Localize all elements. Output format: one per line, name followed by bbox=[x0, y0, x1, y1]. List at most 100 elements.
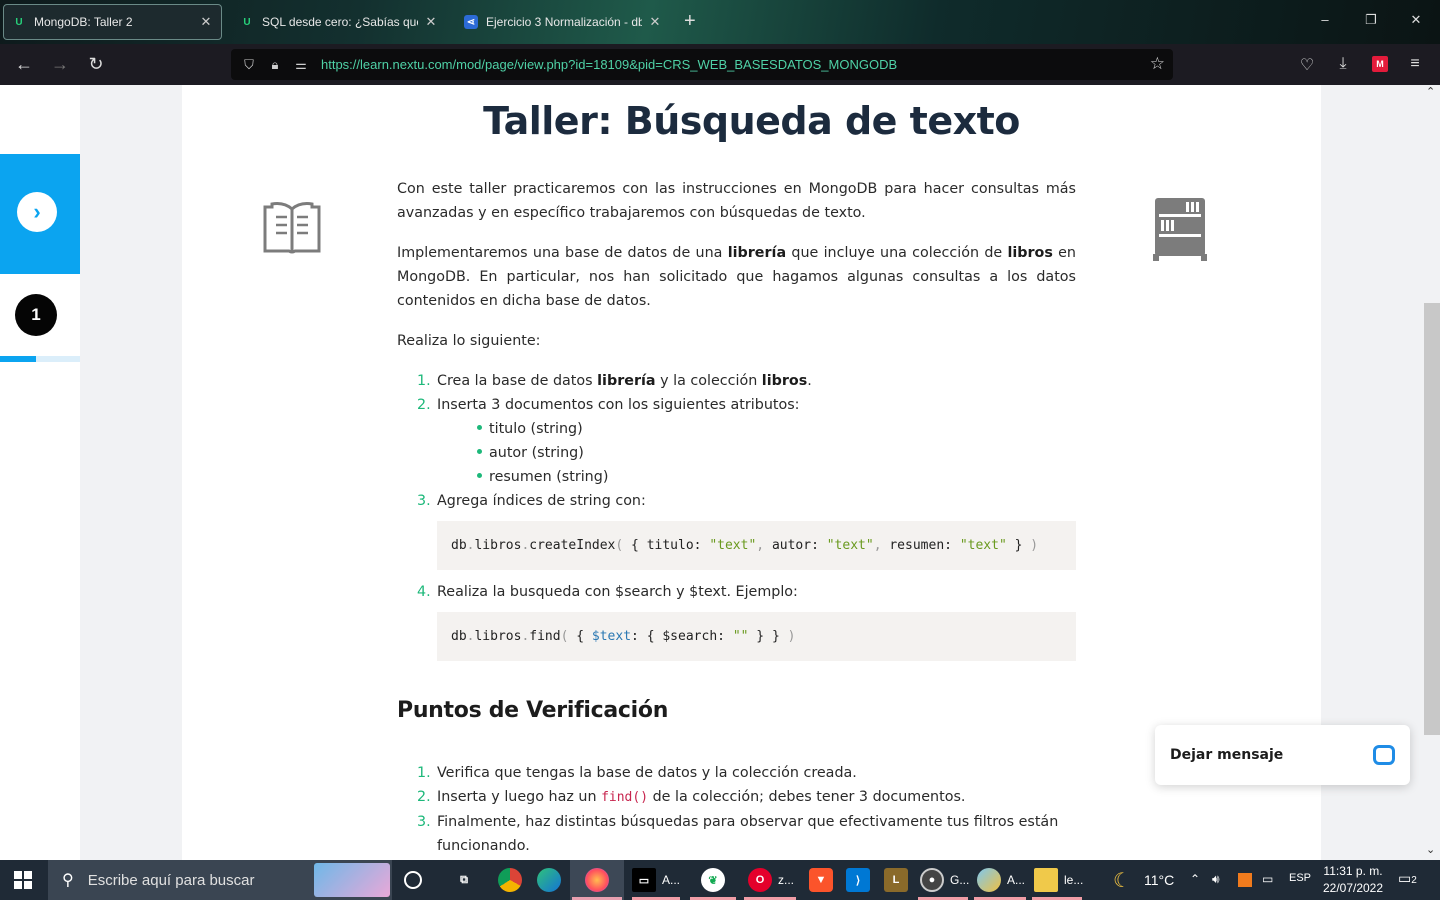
attributes-list: titulo (string) autor (string) resumen (… bbox=[437, 417, 1076, 489]
page-scrollbar[interactable]: ⌃ ⌄ bbox=[1422, 85, 1440, 860]
list-item: autor (string) bbox=[477, 441, 1076, 465]
code-block-create-index[interactable]: db. libros. createIndex( { titulo: "text",… bbox=[437, 521, 1076, 570]
nextu-favicon-icon: U bbox=[15, 16, 23, 28]
task-view-icon[interactable]: ⧉ bbox=[452, 868, 476, 892]
bullet-icon bbox=[477, 425, 482, 430]
windows-taskbar: ⚲ Escribe aquí para buscar ⧉ ▭ A... ❦ Oz.… bbox=[0, 860, 1440, 900]
tray-app-icon[interactable] bbox=[1238, 873, 1252, 887]
taskbar-app-explorer[interactable]: le... bbox=[1034, 868, 1083, 892]
edge-icon[interactable] bbox=[537, 868, 561, 892]
instruction-text: Realiza lo siguiente: bbox=[397, 333, 541, 349]
firefox-icon[interactable] bbox=[585, 868, 609, 892]
tab-title: MongoDB: Taller 2 bbox=[34, 15, 133, 29]
notification-count: 2 bbox=[1411, 875, 1417, 886]
scrollbar-thumb[interactable] bbox=[1424, 303, 1440, 735]
code-block-find[interactable]: db. libros. find( { $text: { $search: "" }… bbox=[437, 612, 1076, 661]
windows-start-icon[interactable] bbox=[14, 871, 32, 889]
tab-title: Ejercicio 3 Normalización - dbd bbox=[486, 15, 642, 29]
taskbar-app-mongodb[interactable]: ❦ bbox=[701, 868, 725, 892]
taskbar-app-paint[interactable]: A... bbox=[977, 868, 1025, 892]
clock-date: 22/07/2022 bbox=[1322, 881, 1384, 895]
maximize-button[interactable]: ❐ bbox=[1361, 12, 1381, 28]
taskbar-app-opera[interactable]: Oz... bbox=[748, 868, 794, 892]
steps-list-continued: 4. Realiza la busqueda con $search y $tex… bbox=[397, 580, 1076, 604]
url-text[interactable]: https://learn.nextu.com/mod/page/view.ph… bbox=[321, 57, 897, 72]
list-item: 2. Inserta 3 documentos con los siguiente… bbox=[397, 393, 1076, 489]
scroll-up-icon[interactable]: ⌃ bbox=[1426, 85, 1435, 98]
nextu-favicon-icon: U bbox=[243, 16, 251, 28]
back-icon[interactable]: ← bbox=[12, 54, 36, 75]
step-progress-fill bbox=[0, 356, 36, 362]
notifications-icon[interactable]: ▭2 bbox=[1398, 870, 1417, 887]
chevron-right-icon[interactable]: › bbox=[17, 192, 57, 232]
tab-mongodb-taller[interactable]: U MongoDB: Taller 2 ✕ bbox=[3, 4, 222, 40]
weather-temp[interactable]: 11°C bbox=[1144, 872, 1174, 888]
search-highlight-image bbox=[314, 863, 390, 897]
page-title: Taller: Búsqueda de texto bbox=[483, 99, 1020, 143]
list-item: titulo (string) bbox=[477, 417, 1076, 441]
minimize-button[interactable]: – bbox=[1315, 12, 1335, 27]
search-icon: ⚲ bbox=[62, 872, 74, 889]
inline-code: find() bbox=[601, 790, 649, 805]
reload-icon[interactable]: ↻ bbox=[84, 54, 108, 75]
context-paragraph: Implementaremos una base de datos de una… bbox=[397, 245, 1076, 309]
taskbar-search[interactable]: ⚲ Escribe aquí para buscar bbox=[48, 860, 392, 900]
bullet-icon bbox=[477, 449, 482, 454]
intro-paragraph: Con este taller practicaremos con las in… bbox=[397, 181, 1076, 221]
course-sidebar: › 1 bbox=[0, 85, 80, 860]
step-number[interactable]: 1 bbox=[15, 294, 57, 336]
book-icon bbox=[263, 202, 321, 254]
new-tab-button[interactable]: + bbox=[684, 10, 696, 33]
close-tab-icon[interactable]: ✕ bbox=[424, 14, 438, 30]
forward-icon[interactable]: → bbox=[48, 54, 72, 75]
step-progress-bar bbox=[0, 356, 80, 362]
lock-icon[interactable]: 🔒︎ bbox=[267, 57, 283, 73]
list-item: 1. Crea la base de datos librería y la co… bbox=[417, 373, 812, 389]
close-window-button[interactable]: ✕ bbox=[1406, 12, 1426, 28]
clock[interactable]: 11:31 p. m. 22/07/2022 bbox=[1318, 863, 1388, 897]
league-icon[interactable]: L bbox=[884, 868, 908, 892]
chat-bubble-icon[interactable] bbox=[1373, 745, 1395, 765]
volume-icon[interactable]: 🔊︎ bbox=[1212, 872, 1220, 887]
list-item: resumen (string) bbox=[477, 465, 1076, 489]
tab-bar: U MongoDB: Taller 2 ✕ U SQL desde cero: … bbox=[0, 0, 1440, 44]
network-icon[interactable]: ▭ bbox=[1262, 872, 1273, 886]
sidebar-toggle[interactable]: › bbox=[0, 154, 80, 274]
screen: U MongoDB: Taller 2 ✕ U SQL desde cero: … bbox=[0, 0, 1440, 900]
tab-ejercicio-normalizacion[interactable]: ⋖ Ejercicio 3 Normalización - dbd ✕ bbox=[456, 4, 670, 40]
tray-overflow-icon[interactable]: ⌃ bbox=[1190, 872, 1200, 886]
tab-sql-desde-cero[interactable]: U SQL desde cero: ¿Sabías qué? ✕ bbox=[232, 4, 446, 40]
vscode-icon[interactable]: ⟩ bbox=[846, 868, 870, 892]
menu-icon[interactable]: ≡ bbox=[1404, 55, 1426, 73]
address-bar[interactable]: ⛉ 🔒︎ ⚌ https://learn.nextu.com/mod/page/… bbox=[231, 49, 1173, 80]
bookshelf-icon bbox=[1153, 198, 1207, 261]
downloads-icon[interactable]: ⤓ bbox=[1332, 55, 1354, 73]
step-indicator[interactable]: 1 bbox=[0, 274, 80, 362]
list-item: 2. Inserta y luego haz un find() de la co… bbox=[417, 789, 966, 805]
extension-icon[interactable]: M bbox=[1372, 56, 1388, 72]
taskbar-app-cmd[interactable]: ▭ A... bbox=[632, 868, 680, 892]
share-icon: ⋖ bbox=[464, 15, 478, 29]
permissions-icon[interactable]: ⚌ bbox=[293, 57, 309, 73]
list-item: 3. Agrega índices de string con: bbox=[417, 493, 646, 509]
chat-widget[interactable]: Dejar mensaje bbox=[1155, 725, 1410, 785]
chrome-icon[interactable] bbox=[498, 868, 522, 892]
bullet-icon bbox=[477, 473, 482, 478]
taskbar-app-ggplot[interactable]: ● G... bbox=[920, 868, 969, 892]
close-tab-icon[interactable]: ✕ bbox=[199, 14, 213, 30]
verification-heading: Puntos de Verificación bbox=[397, 698, 669, 723]
shield-icon[interactable]: ⛉ bbox=[241, 57, 257, 73]
weather-moon-icon[interactable]: ☾ bbox=[1113, 868, 1131, 893]
chat-label[interactable]: Dejar mensaje bbox=[1170, 747, 1373, 763]
brave-icon[interactable]: ▼ bbox=[809, 868, 833, 892]
language-indicator[interactable]: ESP bbox=[1289, 872, 1311, 884]
bookmark-star-icon[interactable]: ☆ bbox=[1150, 54, 1165, 74]
list-item: 1. Verifica que tengas la base de datos y… bbox=[417, 765, 857, 781]
scroll-down-icon[interactable]: ⌄ bbox=[1426, 843, 1435, 856]
close-tab-icon[interactable]: ✕ bbox=[648, 14, 662, 30]
article-body: Con este taller practicaremos con las in… bbox=[397, 177, 1076, 858]
search-placeholder[interactable]: Escribe aquí para buscar bbox=[88, 872, 255, 889]
list-item: 4. Realiza la busqueda con $search y $tex… bbox=[417, 584, 798, 600]
cortana-icon[interactable] bbox=[404, 868, 422, 892]
pocket-icon[interactable]: ♡ bbox=[1296, 55, 1318, 75]
